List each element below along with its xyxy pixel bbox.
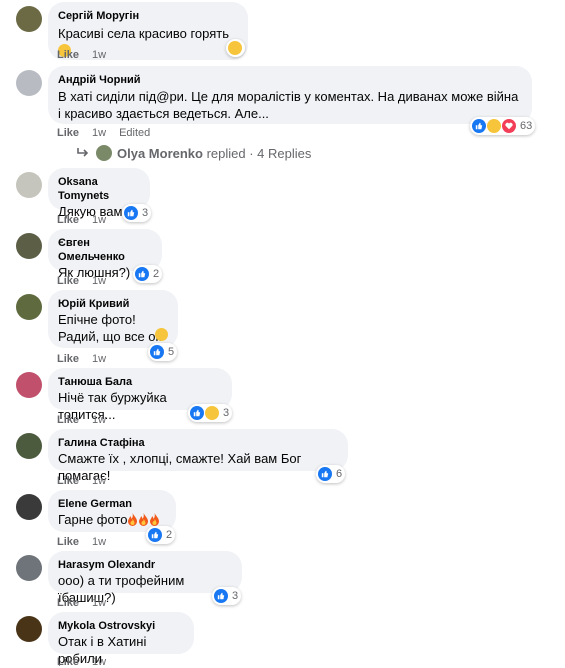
care-reaction-icon xyxy=(487,119,501,133)
comment-text: Гарне фото xyxy=(58,512,128,527)
comment-author[interactable]: Євген Омельченко xyxy=(58,236,150,264)
avatar[interactable] xyxy=(16,372,42,398)
reaction-count: 2 xyxy=(166,529,173,541)
like-reaction-icon xyxy=(135,267,149,281)
reply-avatar xyxy=(96,145,112,161)
comment-bubble: Harasym Olexandr ооо) а ти трофейним їба… xyxy=(48,551,242,605)
reaction-count: 6 xyxy=(336,468,343,480)
timestamp[interactable]: 1w xyxy=(92,656,106,668)
timestamp[interactable]: 1w xyxy=(92,49,106,61)
comment-author[interactable]: Elene German xyxy=(58,497,164,511)
avatar[interactable] xyxy=(16,6,42,32)
reaction-summary[interactable]: 6 xyxy=(316,465,346,483)
timestamp[interactable]: 1w xyxy=(92,214,106,226)
reaction-summary[interactable]: 5 xyxy=(148,343,178,361)
comment-author[interactable]: Галина Стафіна xyxy=(58,436,336,450)
like-button[interactable]: Like xyxy=(57,536,79,548)
like-button[interactable]: Like xyxy=(57,353,79,365)
comment-author[interactable]: Oksana Tomynets xyxy=(58,175,138,203)
reaction-count: 3 xyxy=(232,590,239,602)
like-button[interactable]: Like xyxy=(57,127,79,139)
replies-count: replied · 4 Replies xyxy=(206,145,312,161)
timestamp[interactable]: 1w xyxy=(92,127,106,139)
comment-author[interactable]: Танюша Бала xyxy=(58,375,220,389)
fire-icon xyxy=(150,513,160,526)
avatar[interactable] xyxy=(16,494,42,520)
reaction-summary[interactable]: 63 xyxy=(470,117,536,135)
like-reaction-icon xyxy=(190,406,204,420)
comment-bubble: Галина Стафіна Смажте їх , хлопці, смажт… xyxy=(48,429,348,483)
comment-author[interactable]: Юрій Кривий xyxy=(58,297,166,311)
like-button[interactable]: Like xyxy=(57,475,79,487)
comment-author[interactable]: Mykola Ostrovskyi xyxy=(58,619,182,633)
fire-icon xyxy=(128,513,138,526)
reaction-summary[interactable] xyxy=(226,39,245,57)
reaction-summary[interactable]: 2 xyxy=(133,265,163,283)
reply-arrow-icon xyxy=(77,148,89,157)
like-button[interactable]: Like xyxy=(57,275,79,287)
edited-label: Edited xyxy=(119,127,151,139)
comment-bubble: Mykola Ostrovskyi Отак і в Хатині робили xyxy=(48,612,194,666)
comment-bubble: Андрій Чорний В хаті сиділи під@ри. Це д… xyxy=(48,66,532,124)
like-reaction-icon xyxy=(150,345,164,359)
comment-text: Красиві села красиво горять xyxy=(58,26,229,41)
love-reaction-icon xyxy=(502,119,516,133)
like-reaction-icon xyxy=(148,528,162,542)
comment-author[interactable]: Андрій Чорний xyxy=(58,73,520,87)
view-replies-link[interactable]: Olya Morenko replied · 4 Replies xyxy=(76,145,311,161)
comment-text: Епічне фото! Радий, що все ок xyxy=(58,312,161,344)
like-button[interactable]: Like xyxy=(57,597,79,609)
comment-author[interactable]: Harasym Olexandr xyxy=(58,558,230,572)
like-button[interactable]: Like xyxy=(57,656,79,668)
reaction-count: 3 xyxy=(142,207,149,219)
avatar[interactable] xyxy=(16,616,42,642)
timestamp[interactable]: 1w xyxy=(92,536,106,548)
reaction-count: 3 xyxy=(223,407,230,419)
like-reaction-icon xyxy=(318,467,332,481)
haha-reaction-icon xyxy=(205,406,219,420)
reply-author: Olya Morenko xyxy=(117,145,203,161)
like-button[interactable]: Like xyxy=(57,414,79,426)
reaction-count: 2 xyxy=(153,268,160,280)
avatar[interactable] xyxy=(16,433,42,459)
like-reaction-icon xyxy=(472,119,486,133)
timestamp[interactable]: 1w xyxy=(92,414,106,426)
timestamp[interactable]: 1w xyxy=(92,275,106,287)
reaction-summary[interactable]: 2 xyxy=(146,526,176,544)
avatar[interactable] xyxy=(16,555,42,581)
avatar[interactable] xyxy=(16,172,42,198)
like-button[interactable]: Like xyxy=(57,49,79,61)
reaction-summary[interactable]: 3 xyxy=(212,587,242,605)
like-reaction-icon xyxy=(214,589,228,603)
sad-reaction-icon xyxy=(228,41,242,55)
smile-emoji-icon xyxy=(155,328,168,341)
comment-author[interactable]: Сергій Моругін xyxy=(58,9,236,23)
reaction-count: 63 xyxy=(520,120,533,132)
timestamp[interactable]: 1w xyxy=(92,597,106,609)
like-reaction-icon xyxy=(124,206,138,220)
like-button[interactable]: Like xyxy=(57,214,79,226)
avatar[interactable] xyxy=(16,70,42,96)
timestamp[interactable]: 1w xyxy=(92,353,106,365)
avatar[interactable] xyxy=(16,233,42,259)
reaction-count: 5 xyxy=(168,346,175,358)
reaction-summary[interactable]: 3 xyxy=(122,204,152,222)
timestamp[interactable]: 1w xyxy=(92,475,106,487)
avatar[interactable] xyxy=(16,294,42,320)
fire-icon xyxy=(139,513,149,526)
comment-text: В хаті сиділи під@ри. Це для моралістів … xyxy=(58,89,519,121)
reaction-summary[interactable]: 3 xyxy=(188,404,233,422)
